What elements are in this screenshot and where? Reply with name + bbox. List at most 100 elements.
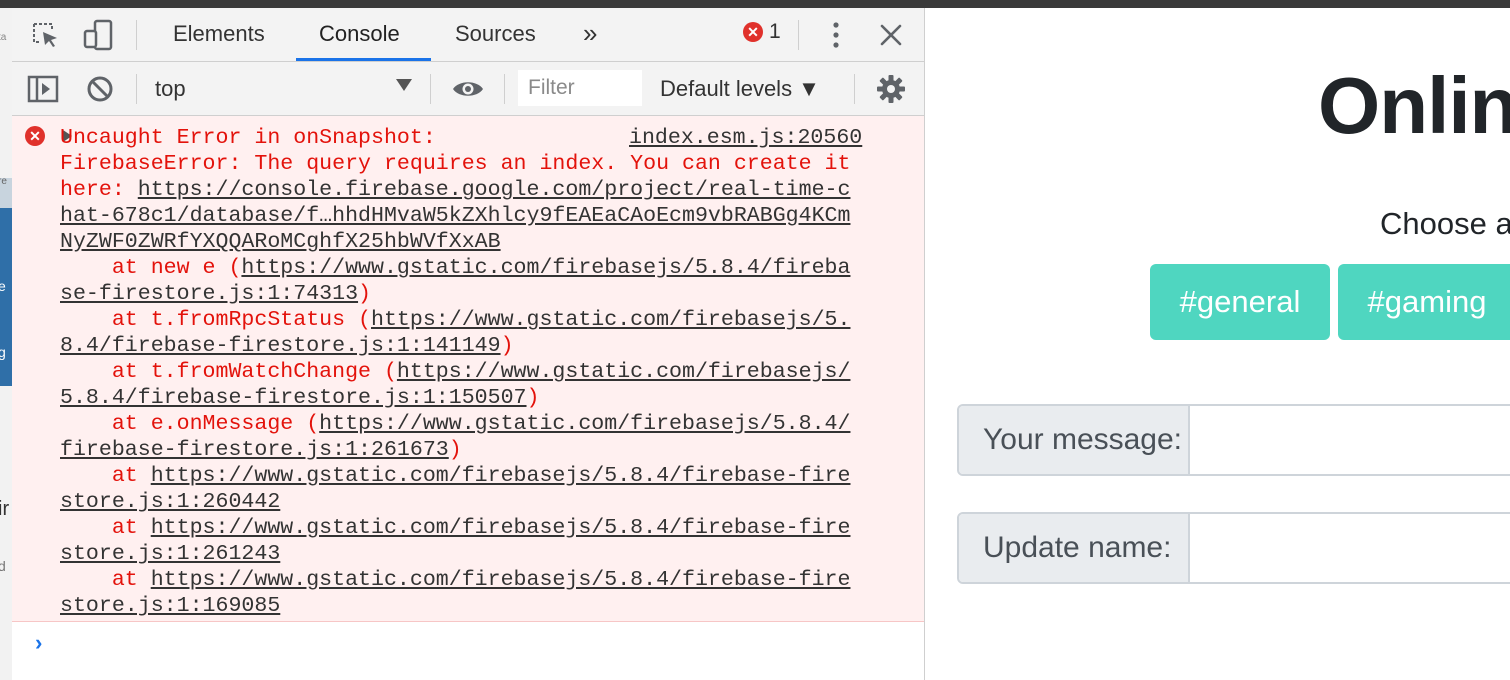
stack-url-link[interactable]: store.js:1:260442 bbox=[60, 490, 280, 514]
error-text: Uncaught Error in onSnapshot: bbox=[60, 126, 436, 150]
error-text: at t.fromRpcStatus ( bbox=[60, 308, 372, 332]
stack-url-link[interactable]: firebase-firestore.js:1:261673 bbox=[60, 438, 449, 462]
eye-icon[interactable] bbox=[450, 74, 486, 104]
background-window-peek: ta re e g ir d bbox=[0, 8, 12, 680]
error-text: at e.onMessage ( bbox=[60, 412, 320, 436]
error-text: at bbox=[60, 516, 151, 540]
tab-elements[interactable]: Elements bbox=[173, 8, 265, 61]
active-tab-indicator bbox=[296, 58, 431, 61]
error-line: firebase-firestore.js:1:261673) bbox=[60, 437, 880, 463]
devtools-panel: Elements Console Sources » ✕ 1 top Filte… bbox=[12, 8, 925, 680]
message-input[interactable] bbox=[1190, 406, 1510, 474]
close-icon[interactable] bbox=[874, 20, 908, 50]
peek-text: g bbox=[0, 344, 6, 360]
error-line: 5.8.4/firebase-firestore.js:1:150507) bbox=[60, 385, 880, 411]
chevron-down-icon[interactable] bbox=[396, 79, 412, 91]
stack-url-link[interactable]: https://www.gstatic.com/firebasejs/5.8.4… bbox=[319, 412, 850, 436]
error-line: NyZWF0ZWRfYXQQARoMCghfX25hbWVfXxAB bbox=[60, 229, 880, 255]
inspect-icon[interactable] bbox=[28, 20, 62, 50]
error-line: here: https://console.firebase.google.co… bbox=[60, 177, 880, 203]
error-stack-text: Uncaught Error in onSnapshot: FirebaseErr… bbox=[60, 125, 880, 619]
stack-url-link[interactable]: https://www.gstatic.com/firebasejs/5.8.4… bbox=[241, 256, 850, 280]
message-input-group: Your message: bbox=[957, 404, 1510, 476]
peek-text: d bbox=[0, 558, 6, 574]
stack-url-link[interactable]: se-firestore.js:1:74313 bbox=[60, 282, 358, 306]
stack-url-link[interactable]: hat-678c1/database/f…hhdHMvaW5kZXhlcy9fE… bbox=[60, 204, 850, 228]
error-text: at bbox=[60, 568, 151, 592]
channel-prompt: Choose a bbox=[1380, 206, 1510, 241]
error-line: at t.fromRpcStatus (https://www.gstatic.… bbox=[60, 307, 880, 333]
page-title: Online bbox=[1318, 61, 1510, 150]
device-toggle-icon[interactable] bbox=[82, 18, 116, 52]
stack-url-link[interactable]: 8.4/firebase-firestore.js:1:141149 bbox=[60, 334, 501, 358]
error-icon: ✕ bbox=[743, 22, 763, 42]
peek-text: ta bbox=[0, 32, 7, 43]
divider bbox=[430, 74, 431, 104]
divider bbox=[798, 20, 799, 50]
console-error-message: ✕ Uncaught Error in onSnapshot: FirebaseE… bbox=[12, 116, 924, 622]
error-line: store.js:1:260442 bbox=[60, 489, 880, 515]
filter-input[interactable] bbox=[518, 70, 642, 106]
error-line: at e.onMessage (https://www.gstatic.com/… bbox=[60, 411, 880, 437]
log-levels-dropdown[interactable]: Default levels ▼ bbox=[660, 62, 820, 115]
error-text: at bbox=[60, 464, 151, 488]
divider bbox=[136, 74, 137, 104]
stack-url-link[interactable]: https://console.firebase.google.com/proj… bbox=[138, 178, 851, 202]
error-count-value: 1 bbox=[769, 20, 781, 43]
error-line: 8.4/firebase-firestore.js:1:141149) bbox=[60, 333, 880, 359]
error-line: store.js:1:261243 bbox=[60, 541, 880, 567]
message-label: Your message: bbox=[959, 406, 1190, 474]
tab-console[interactable]: Console bbox=[319, 8, 400, 61]
context-selector[interactable]: top bbox=[155, 62, 186, 115]
stack-url-link[interactable]: store.js:1:169085 bbox=[60, 594, 280, 618]
error-line: at https://www.gstatic.com/firebasejs/5.… bbox=[60, 567, 880, 593]
devtools-tab-bar: Elements Console Sources » ✕ 1 bbox=[12, 8, 924, 62]
error-source-link[interactable]: index.esm.js:20560 bbox=[629, 125, 863, 151]
error-text: FirebaseError: The query requires an ind… bbox=[60, 152, 851, 176]
web-page: Online Choose a #general #gaming Your me… bbox=[925, 8, 1510, 680]
name-input-group: Update name: bbox=[957, 512, 1510, 584]
stack-url-link[interactable]: https://www.gstatic.com/firebasejs/5.8.4… bbox=[151, 516, 851, 540]
kebab-menu-icon[interactable] bbox=[820, 18, 852, 52]
error-line: store.js:1:169085 bbox=[60, 593, 880, 619]
error-line: se-firestore.js:1:74313) bbox=[60, 281, 880, 307]
name-label: Update name: bbox=[959, 514, 1190, 582]
peek-text: ir bbox=[0, 498, 10, 520]
clear-console-icon[interactable] bbox=[84, 74, 116, 104]
settings-gear-icon[interactable] bbox=[874, 72, 908, 106]
divider bbox=[854, 74, 855, 104]
error-line: at https://www.gstatic.com/firebasejs/5.… bbox=[60, 515, 880, 541]
error-line: hat-678c1/database/f…hhdHMvaW5kZXhlcy9fE… bbox=[60, 203, 880, 229]
window-top-strip bbox=[0, 0, 1510, 8]
divider bbox=[504, 74, 505, 104]
stack-url-link[interactable]: https://www.gstatic.com/firebasejs/5. bbox=[371, 308, 850, 332]
console-output: ✕ Uncaught Error in onSnapshot: FirebaseE… bbox=[12, 116, 924, 680]
stack-url-link[interactable]: NyZWF0ZWRfYXQQARoMCghfX25hbWVfXxAB bbox=[60, 230, 501, 254]
channel-button-general[interactable]: #general bbox=[1150, 264, 1330, 340]
error-line: at t.fromWatchChange (https://www.gstati… bbox=[60, 359, 880, 385]
divider bbox=[136, 20, 137, 50]
error-line: FirebaseError: The query requires an ind… bbox=[60, 151, 880, 177]
stack-url-link[interactable]: https://www.gstatic.com/firebasejs/5.8.4… bbox=[151, 464, 851, 488]
stack-url-link[interactable]: store.js:1:261243 bbox=[60, 542, 280, 566]
error-counter[interactable]: ✕ 1 bbox=[743, 20, 781, 44]
name-input[interactable] bbox=[1190, 514, 1510, 582]
channel-button-gaming[interactable]: #gaming bbox=[1338, 264, 1510, 340]
error-text: ) bbox=[448, 438, 462, 462]
error-line: at new e (https://www.gstatic.com/fireba… bbox=[60, 255, 880, 281]
more-tabs-icon[interactable]: » bbox=[583, 8, 597, 61]
error-line: at https://www.gstatic.com/firebasejs/5.… bbox=[60, 463, 880, 489]
error-text: at t.fromWatchChange ( bbox=[60, 360, 397, 384]
error-text: ) bbox=[526, 386, 540, 410]
stack-url-link[interactable]: https://www.gstatic.com/firebasejs/5.8.4… bbox=[151, 568, 851, 592]
error-icon: ✕ bbox=[25, 126, 45, 146]
error-text: ) bbox=[358, 282, 372, 306]
tab-sources[interactable]: Sources bbox=[455, 8, 536, 61]
stack-url-link[interactable]: 5.8.4/firebase-firestore.js:1:150507 bbox=[60, 386, 527, 410]
sidebar-toggle-icon[interactable] bbox=[26, 74, 60, 104]
error-text: here: bbox=[60, 178, 138, 202]
peek-text: re bbox=[0, 176, 7, 187]
console-prompt-icon[interactable]: › bbox=[32, 632, 45, 657]
stack-url-link[interactable]: https://www.gstatic.com/firebasejs/ bbox=[397, 360, 851, 384]
error-text: ) bbox=[500, 334, 514, 358]
